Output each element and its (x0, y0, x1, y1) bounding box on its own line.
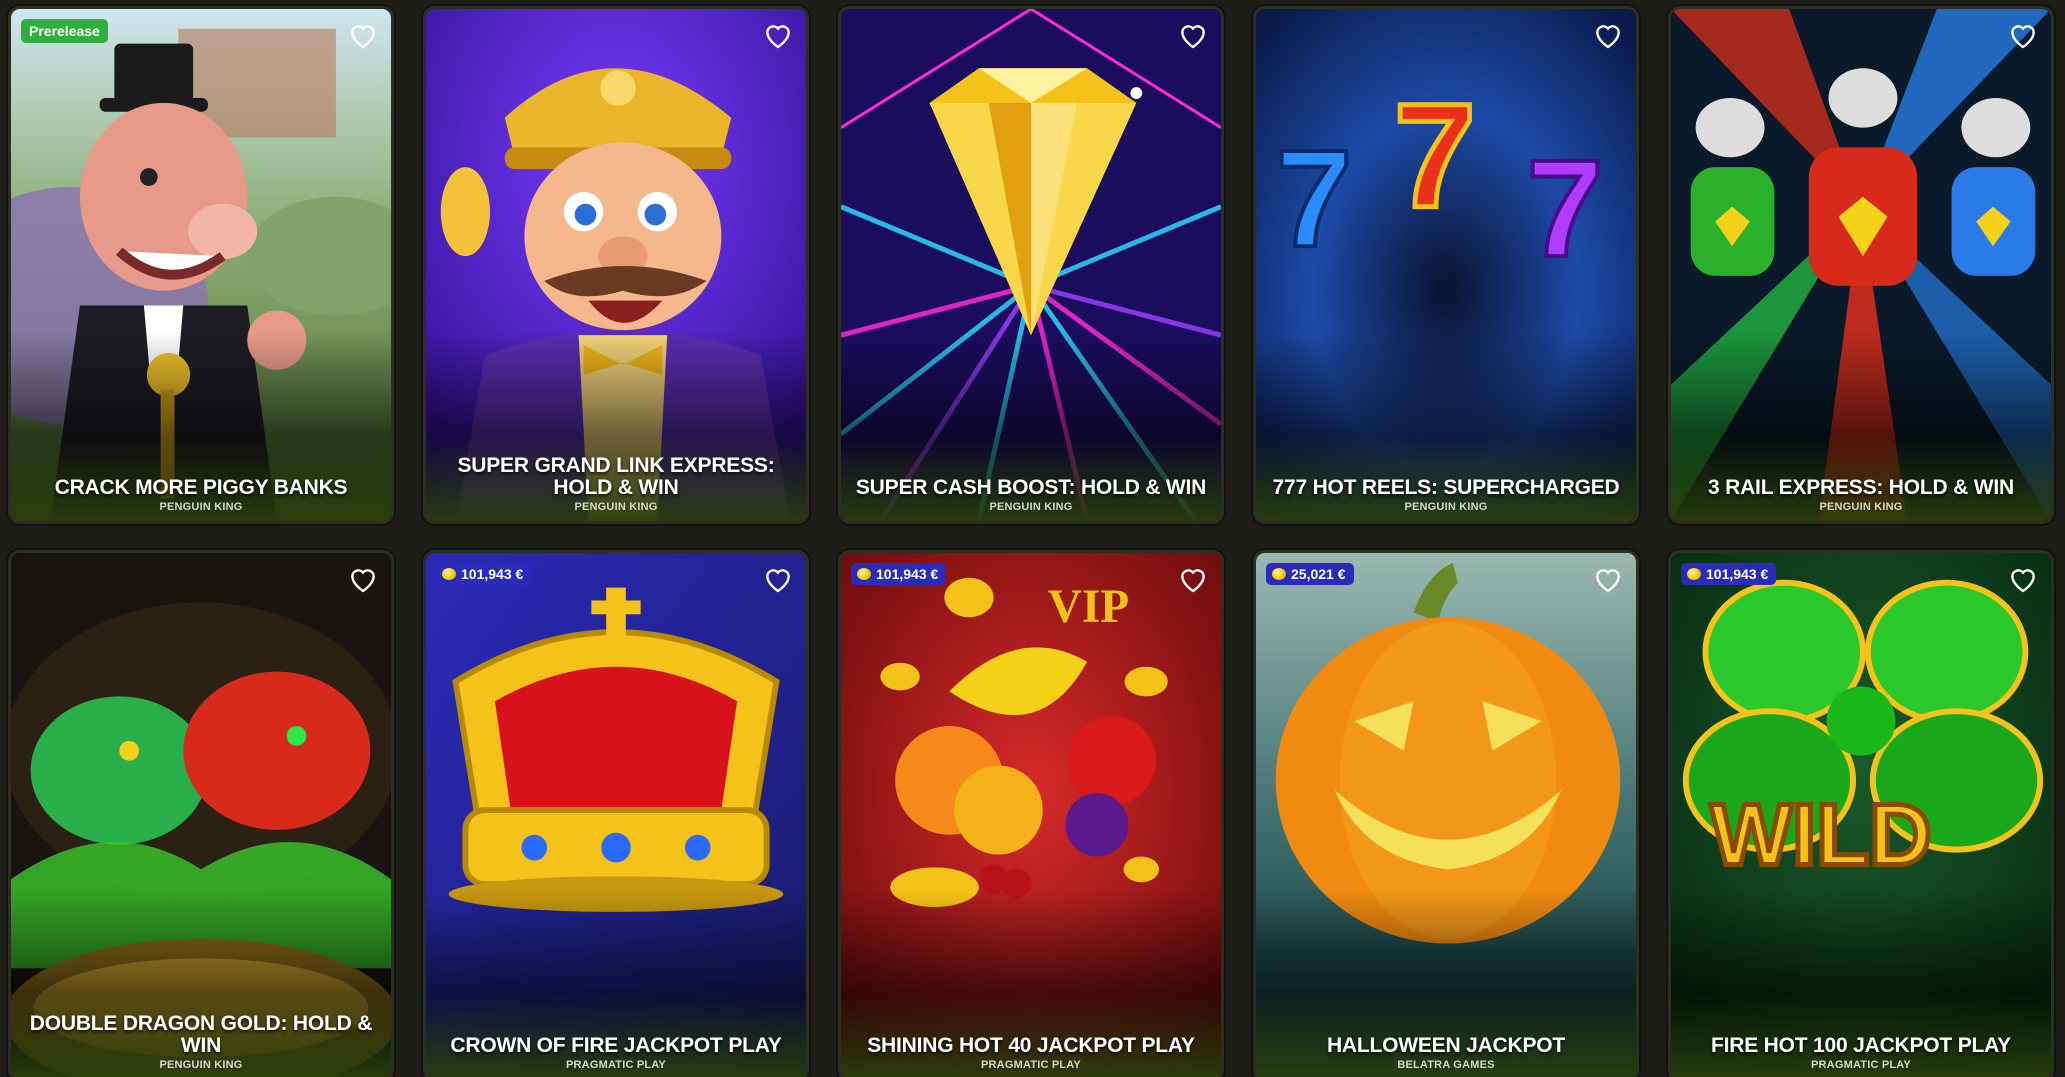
svg-text:7: 7 (1527, 132, 1604, 286)
favorite-button[interactable] (1176, 563, 1210, 595)
game-title: HALLOWEEN JACKPOT (1326, 1034, 1566, 1057)
game-provider: PENGUIN KING (1819, 501, 1903, 513)
game-info: CRACK MORE PIGGY BANKS PENGUIN KING (17, 476, 385, 514)
favorite-button[interactable] (2006, 563, 2040, 595)
game-title: SUPER CASH BOOST: HOLD & WIN (855, 476, 1207, 499)
game-provider: PENGUIN KING (159, 1059, 243, 1071)
heart-outline-icon (1181, 25, 1205, 49)
game-title: 777 HOT REELS: SUPERCHARGED (1272, 476, 1620, 499)
game-info: 3 RAIL EXPRESS: HOLD & WIN PENGUIN KING (1677, 476, 2045, 514)
game-title: SUPER GRAND LINK EXPRESS: HOLD & WIN (457, 454, 775, 499)
game-title: FIRE HOT 100 JACKPOT PLAY (1711, 1034, 2011, 1057)
game-title: SHINING HOT 40 JACKPOT PLAY (867, 1034, 1195, 1057)
game-info: SHINING HOT 40 JACKPOT PLAY PRAGMATIC PL… (847, 1034, 1215, 1072)
game-grid: Prerelease CRACK MORE PIGGY BANKS PENGUI… (8, 6, 2058, 1077)
prerelease-badge: Prerelease (21, 19, 108, 43)
coin-icon (442, 568, 456, 580)
game-info: HALLOWEEN JACKPOT BELATRA GAMES (1262, 1034, 1630, 1072)
heart-outline-icon (351, 25, 375, 49)
game-provider: PRAGMATIC PLAY (1811, 1059, 1911, 1071)
jackpot-badge: 101,943 € (851, 563, 947, 585)
heart-outline-icon (2011, 569, 2035, 593)
jackpot-amount: 101,943 € (461, 566, 524, 582)
game-provider: PENGUIN KING (159, 501, 243, 513)
jackpot-amount: 101,943 € (1706, 566, 1769, 582)
game-title: CROWN OF FIRE JACKPOT PLAY (450, 1034, 782, 1057)
jackpot-badge: 101,943 € (1681, 563, 1777, 585)
game-info: 777 HOT REELS: SUPERCHARGED PENGUIN KING (1262, 476, 1630, 514)
coin-icon (1272, 568, 1286, 580)
jackpot-badge: 25,021 € (1266, 563, 1354, 585)
game-card[interactable]: DOUBLE DRAGON GOLD: HOLD & WIN PENGUIN K… (8, 550, 394, 1077)
game-info: CROWN OF FIRE JACKPOT PLAY PRAGMATIC PLA… (432, 1034, 800, 1072)
game-title: DOUBLE DRAGON GOLD: HOLD & WIN (29, 1012, 373, 1057)
game-info: SUPER CASH BOOST: HOLD & WIN PENGUIN KIN… (847, 476, 1215, 514)
game-title: 3 RAIL EXPRESS: HOLD & WIN (1708, 476, 2014, 499)
heart-outline-icon (1596, 569, 1620, 593)
jackpot-amount: 101,943 € (876, 566, 939, 582)
svg-text:VIP: VIP (1048, 581, 1129, 633)
heart-outline-icon (2011, 25, 2035, 49)
heart-outline-icon (766, 25, 790, 49)
favorite-button[interactable] (1591, 563, 1625, 595)
game-card[interactable]: VIP 101,943 € SHINING HOT 40 JACKPOT PLA… (838, 550, 1224, 1077)
heart-outline-icon (766, 569, 790, 593)
heart-outline-icon (1181, 569, 1205, 593)
game-card[interactable]: 3 RAIL EXPRESS: HOLD & WIN PENGUIN KING (1668, 6, 2054, 524)
jackpot-amount: 25,021 € (1291, 566, 1346, 582)
heart-outline-icon (1596, 25, 1620, 49)
svg-text:7: 7 (1276, 122, 1353, 276)
game-card[interactable]: WILD 101,943 € FIRE HOT 100 JACKPOT PLAY… (1668, 550, 2054, 1077)
heart-outline-icon (351, 569, 375, 593)
game-info: SUPER GRAND LINK EXPRESS: HOLD & WIN PEN… (432, 454, 800, 514)
coin-icon (857, 568, 871, 580)
game-info: DOUBLE DRAGON GOLD: HOLD & WIN PENGUIN K… (17, 1012, 385, 1072)
game-provider: BELATRA GAMES (1397, 1059, 1495, 1071)
game-title: CRACK MORE PIGGY BANKS (54, 476, 348, 499)
game-card[interactable]: 7 7 7 777 HOT REELS: SUPERCHARGED PENGUI… (1253, 6, 1639, 524)
favorite-button[interactable] (1176, 19, 1210, 51)
favorite-button[interactable] (2006, 19, 2040, 51)
game-info: FIRE HOT 100 JACKPOT PLAY PRAGMATIC PLAY (1677, 1034, 2045, 1072)
game-card[interactable]: SUPER CASH BOOST: HOLD & WIN PENGUIN KIN… (838, 6, 1224, 524)
game-card[interactable]: 25,021 € HALLOWEEN JACKPOT BELATRA GAMES (1253, 550, 1639, 1077)
game-card[interactable]: 101,943 € CROWN OF FIRE JACKPOT PLAY PRA… (423, 550, 809, 1077)
game-provider: PENGUIN KING (1404, 501, 1488, 513)
favorite-button[interactable] (761, 19, 795, 51)
game-provider: PRAGMATIC PLAY (981, 1059, 1081, 1071)
jackpot-badge: 101,943 € (436, 563, 532, 585)
favorite-button[interactable] (346, 19, 380, 51)
favorite-button[interactable] (1591, 19, 1625, 51)
favorite-button[interactable] (761, 563, 795, 595)
game-provider: PENGUIN KING (574, 501, 658, 513)
game-provider: PENGUIN KING (989, 501, 1073, 513)
game-card[interactable]: SUPER GRAND LINK EXPRESS: HOLD & WIN PEN… (423, 6, 809, 524)
favorite-button[interactable] (346, 563, 380, 595)
svg-text:7: 7 (1394, 73, 1476, 238)
coin-icon (1687, 568, 1701, 580)
game-card[interactable]: Prerelease CRACK MORE PIGGY BANKS PENGUI… (8, 6, 394, 524)
svg-text:WILD: WILD (1710, 786, 1931, 883)
game-provider: PRAGMATIC PLAY (566, 1059, 666, 1071)
